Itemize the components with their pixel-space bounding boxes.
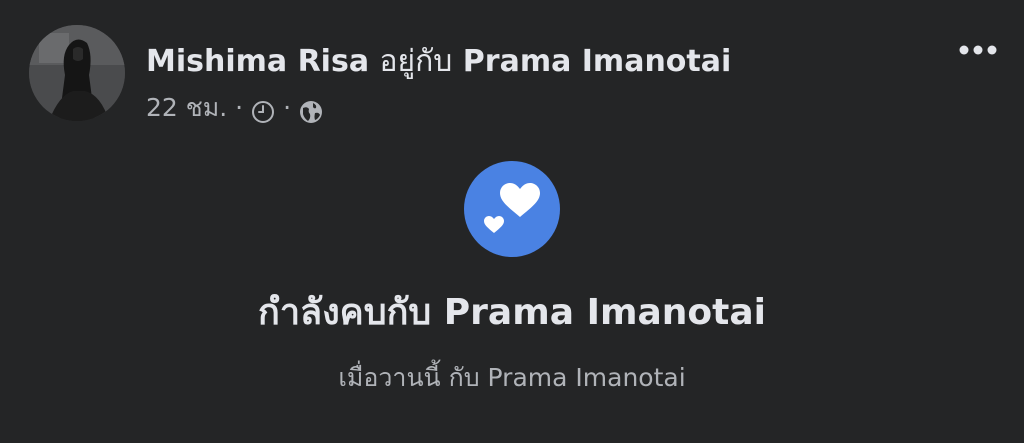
author-avatar[interactable] bbox=[29, 25, 125, 121]
more-options-icon bbox=[959, 45, 997, 55]
author-name[interactable]: Mishima Risa bbox=[146, 44, 369, 79]
more-options-button[interactable] bbox=[950, 30, 1006, 70]
clock-icon bbox=[251, 96, 275, 123]
event-subtitle: เมื่อวานนี้ กับ Prama Imanotai bbox=[338, 363, 686, 392]
avatar-photo bbox=[29, 25, 125, 121]
post-time[interactable]: 22 ชม. bbox=[146, 88, 227, 128]
meta-separator: · bbox=[283, 93, 292, 122]
author-line: Mishima Risa อยู่กับ Prama Imanotai bbox=[146, 40, 731, 84]
event-title: กำลังคบกับ Prama Imanotai bbox=[258, 292, 766, 333]
tagged-name[interactable]: Prama Imanotai bbox=[463, 44, 731, 79]
hearts-icon bbox=[484, 183, 540, 233]
life-event-icon bbox=[464, 161, 560, 257]
globe-icon[interactable] bbox=[299, 96, 323, 123]
with-text: อยู่กับ bbox=[379, 44, 453, 79]
post-meta: 22 ชม. · · bbox=[146, 88, 323, 128]
relationship-post: Mishima Risa อยู่กับ Prama Imanotai 22 ช… bbox=[0, 0, 1024, 443]
meta-separator: · bbox=[235, 93, 244, 122]
